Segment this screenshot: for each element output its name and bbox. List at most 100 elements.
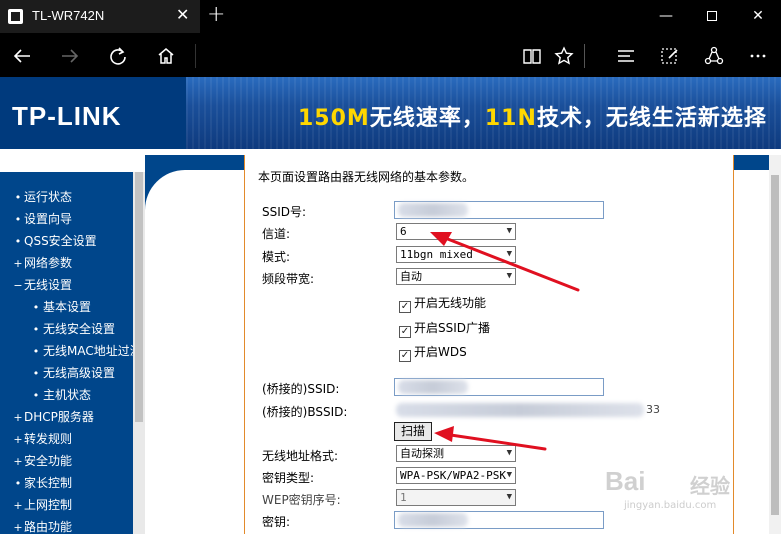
checkbox-checked-icon[interactable]: ✓ [399, 301, 411, 313]
mode-select[interactable]: 11bgn mixed ▼ [396, 246, 516, 263]
new-tab-icon[interactable]: + [207, 2, 225, 27]
sidebar-item-label: 安全功能 [24, 454, 73, 468]
sidebar-item-label: 转发规则 [24, 432, 73, 446]
key-label: 密钥: [262, 515, 291, 529]
wds-option[interactable]: ✓ 开启WDS [399, 343, 467, 362]
sidebar-item-forwarding[interactable]: +转发规则 [0, 428, 133, 450]
sidebar-item-label: 运行状态 [24, 190, 73, 204]
close-window-button[interactable]: ✕ [735, 0, 781, 33]
page-description: 本页面设置路由器无线网络的基本参数。 [258, 170, 475, 184]
sidebar-item-label: QSS安全设置 [24, 234, 97, 248]
address-format-select[interactable]: 自动探测 ▼ [396, 445, 516, 462]
maximize-button[interactable] [689, 0, 735, 33]
address-bar[interactable] [186, 33, 206, 77]
bullet-icon: • [32, 367, 40, 380]
bullet-icon: • [32, 323, 40, 336]
key-type-label: 密钥类型: [262, 471, 315, 485]
address-format-value: 自动探测 [400, 447, 444, 460]
sidebar-item-dhcp[interactable]: +DHCP服务器 [0, 406, 133, 428]
sidebar-item-parental[interactable]: • 家长控制 [0, 472, 133, 494]
slogan-text: 技术，无线生活新选择 [536, 106, 767, 131]
enable-wireless-option[interactable]: ✓ 开启无线功能 [399, 294, 486, 313]
sidebar-item-host-status[interactable]: • 主机状态 [0, 384, 133, 406]
chevron-down-icon: ▼ [506, 271, 512, 281]
wds-label: 开启WDS [414, 345, 467, 359]
expand-icon: + [13, 411, 23, 424]
page-scrollbar-thumb[interactable] [771, 175, 779, 515]
home-icon[interactable] [146, 33, 186, 77]
maximize-icon [707, 11, 717, 21]
bandwidth-select[interactable]: 自动 ▼ [396, 268, 516, 285]
collapse-icon: − [13, 279, 23, 292]
sidebar-item-mac-filter[interactable]: • 无线MAC地址过滤 [0, 340, 133, 362]
ssid-broadcast-option[interactable]: ✓ 开启SSID广播 [399, 319, 490, 338]
sidebar-item-qss[interactable]: • QSS安全设置 [0, 230, 133, 252]
forward-icon[interactable] [50, 33, 90, 77]
tp-link-logo: TP-LINK [12, 101, 122, 131]
sidebar-item-wireless[interactable]: −无线设置 [0, 274, 133, 296]
bullet-icon: • [14, 213, 22, 226]
sidebar-item-label: 家长控制 [24, 476, 73, 490]
close-tab-icon[interactable]: ✕ [176, 5, 189, 24]
sidebar-item-wizard[interactable]: • 设置向导 [0, 208, 133, 230]
checkbox-checked-icon[interactable]: ✓ [399, 326, 411, 338]
more-icon[interactable] [738, 33, 778, 77]
sidebar-item-label: 主机状态 [43, 388, 92, 402]
browser-title-bar: TL-WR742N ✕ + — ✕ [0, 0, 781, 33]
web-note-icon[interactable] [650, 33, 690, 77]
sidebar-item-label: 上网控制 [24, 498, 73, 512]
expand-icon: + [13, 257, 23, 270]
bridge-bssid-tail: 33 [646, 403, 660, 416]
bullet-icon: • [14, 235, 22, 248]
router-banner: TP-LINK 150M无线速率，11N技术，无线生活新选择 [0, 77, 781, 155]
sidebar-item-label: 路由功能 [24, 520, 73, 534]
favorite-star-icon[interactable] [544, 33, 584, 77]
sidebar-item-wireless-security[interactable]: • 无线安全设置 [0, 318, 133, 340]
sidebar-item-network[interactable]: +网络参数 [0, 252, 133, 274]
chevron-down-icon: ▼ [506, 226, 512, 236]
share-icon[interactable] [694, 33, 734, 77]
chevron-down-icon: ▼ [506, 470, 512, 480]
refresh-icon[interactable] [98, 33, 138, 77]
minimize-button[interactable]: — [643, 0, 689, 33]
slogan-highlight: 11N [484, 106, 537, 131]
sidebar-scrollbar-thumb[interactable] [135, 172, 143, 422]
frame-top-left [145, 155, 185, 170]
bandwidth-value: 自动 [400, 270, 422, 283]
bullet-icon: • [32, 301, 40, 314]
sidebar-menu: • 运行状态 • 设置向导 • QSS安全设置 +网络参数 −无线设置 • 基本设置 •… [0, 172, 133, 534]
toolbar-divider [580, 33, 590, 77]
sidebar-item-routing[interactable]: +路由功能 [0, 516, 133, 538]
scan-button[interactable]: 扫描 [394, 422, 432, 441]
ssid-label: SSID号: [262, 205, 307, 219]
sidebar-item-label: DHCP服务器 [24, 410, 94, 424]
sidebar-item-label: 无线安全设置 [43, 322, 116, 336]
sidebar-item-advanced[interactable]: • 无线高级设置 [0, 362, 133, 384]
sidebar-item-basic-settings[interactable]: • 基本设置 [0, 296, 133, 318]
browser-tab[interactable]: TL-WR742N ✕ [0, 0, 200, 33]
sidebar-item-access-control[interactable]: +上网控制 [0, 494, 133, 516]
wep-index-label: WEP密钥序号: [262, 493, 341, 507]
channel-select[interactable]: 6 ▼ [396, 223, 516, 240]
bullet-icon: • [32, 345, 40, 358]
slogan-text: 无线速率， [369, 106, 485, 131]
mode-value: 11bgn mixed [400, 248, 473, 261]
address-format-label: 无线地址格式: [262, 449, 339, 463]
bridge-bssid-label: (桥接的)BSSID: [262, 405, 348, 419]
hub-icon[interactable] [606, 33, 646, 77]
back-icon[interactable] [2, 33, 42, 77]
banner-image: 150M无线速率，11N技术，无线生活新选择 [186, 77, 781, 149]
bullet-icon: • [14, 191, 22, 204]
sidebar-item-status[interactable]: • 运行状态 [0, 186, 133, 208]
wep-index-select[interactable]: 1 ▼ [396, 489, 516, 506]
tab-title: TL-WR742N [32, 8, 105, 23]
sidebar-item-security[interactable]: +安全功能 [0, 450, 133, 472]
ssid-redacted [398, 203, 468, 217]
tab-favicon-icon [8, 9, 23, 24]
ssid-broadcast-label: 开启SSID广播 [414, 321, 491, 335]
enable-wireless-label: 开启无线功能 [414, 296, 487, 310]
key-type-select[interactable]: WPA-PSK/WPA2-PSK ▼ [396, 467, 516, 484]
expand-icon: + [13, 455, 23, 468]
checkbox-checked-icon[interactable]: ✓ [399, 350, 411, 362]
bandwidth-label: 频段带宽: [262, 272, 315, 286]
